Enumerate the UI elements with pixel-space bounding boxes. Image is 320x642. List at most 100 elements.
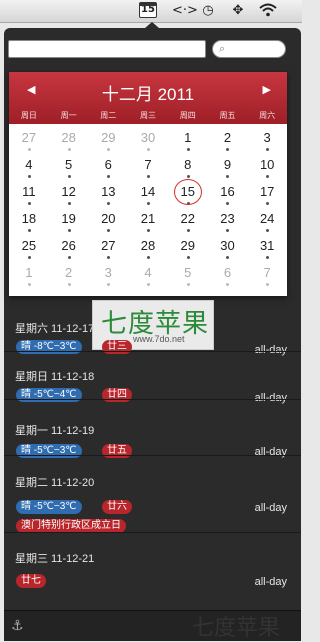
event-dot	[186, 202, 190, 205]
event-dot	[67, 256, 71, 259]
calendar-day[interactable]: 15	[168, 179, 208, 208]
calendar-day[interactable]: 27	[9, 127, 49, 154]
weekday-label: 周一	[60, 111, 77, 120]
search-field[interactable]: ⌕	[212, 40, 286, 58]
calendar-day[interactable]: 4	[9, 154, 49, 181]
popover-arrow	[145, 22, 159, 28]
event-dot	[266, 148, 270, 151]
calendar-day[interactable]: 16	[208, 181, 248, 208]
event-allday: all-day	[254, 392, 287, 404]
event-dot	[186, 283, 190, 286]
calendar-day[interactable]: 1	[9, 262, 49, 289]
calendar-day[interactable]: 6	[88, 154, 128, 181]
weekday-header: 周日 周一 周二 周三 周四 周五 周六	[9, 110, 287, 121]
event-dot	[226, 175, 230, 178]
event-dot	[107, 229, 111, 232]
event-dot	[226, 229, 230, 232]
calendar-day[interactable]: 31	[247, 235, 287, 262]
event-allday: all-day	[254, 446, 287, 458]
divider	[4, 351, 301, 352]
calendar-week: 25 26 27 28 29 30 31	[9, 235, 287, 262]
footer-watermark: 七度苹果	[192, 615, 281, 640]
text-input[interactable]	[8, 40, 206, 58]
event-dot	[186, 256, 190, 259]
event-allday: all-day	[254, 576, 287, 588]
calendar-day[interactable]: 2	[49, 262, 89, 289]
event-dot	[266, 283, 270, 286]
calendar-day[interactable]: 26	[49, 235, 89, 262]
move-icon[interactable]: ✥	[230, 3, 246, 19]
event-dot	[107, 175, 111, 178]
event-dot	[107, 148, 111, 151]
calendar-day[interactable]: 11	[9, 181, 49, 208]
calendar-day[interactable]: 13	[88, 181, 128, 208]
calendar-icon[interactable]: 15	[139, 2, 157, 18]
weekday-label: 周二	[100, 111, 117, 120]
calendar-day[interactable]: 7	[128, 154, 168, 181]
calendar-day[interactable]: 22	[168, 208, 208, 235]
calendar-day[interactable]: 29	[88, 127, 128, 154]
event-dot	[107, 256, 111, 259]
weekday-label: 周五	[219, 111, 236, 120]
calendar-week: 27 28 29 30 1 2 3	[9, 127, 287, 154]
calendar-day[interactable]: 25	[9, 235, 49, 262]
calendar-day[interactable]: 29	[168, 235, 208, 262]
weather-badge: 晴 -5℃~3℃	[16, 500, 82, 514]
calendar-day[interactable]: 17	[247, 181, 287, 208]
calendar-header: ◀ 十二月 2011 ▶ 周日 周一 周二 周三 周四 周五 周六	[9, 72, 287, 124]
calendar-day[interactable]: 9	[208, 154, 248, 181]
event-date: 星期二 11-12-20	[15, 477, 95, 489]
calendar-day[interactable]: 7	[247, 262, 287, 289]
event-date: 星期一 11-12-19	[15, 425, 95, 437]
calendar-day[interactable]: 30	[128, 127, 168, 154]
calendar-day[interactable]: 2	[208, 127, 248, 154]
holiday-badge: 澳门特别行政区成立日	[16, 519, 126, 533]
event-dot	[27, 229, 31, 232]
divider	[4, 455, 301, 456]
event-dot	[107, 202, 111, 205]
calendar-week: 11 12 13 14 15 16 17	[9, 179, 287, 208]
event-dot	[186, 175, 190, 178]
calendar-day[interactable]: 3	[88, 262, 128, 289]
event-date: 星期三 11-12-21	[15, 553, 95, 565]
calendar-day[interactable]: 5	[168, 262, 208, 289]
event-allday: all-day	[254, 344, 287, 356]
calendar-day[interactable]: 14	[128, 181, 168, 208]
event-dot	[186, 229, 190, 232]
lunar-badge: 廿七	[16, 574, 46, 588]
event-dot	[147, 229, 151, 232]
calendar-day[interactable]: 21	[128, 208, 168, 235]
wifi-icon[interactable]	[258, 3, 278, 19]
calendar-day[interactable]: 30	[208, 235, 248, 262]
calendar-day[interactable]: 27	[88, 235, 128, 262]
next-month-button[interactable]: ▶	[263, 83, 271, 96]
month-calendar: ◀ 十二月 2011 ▶ 周日 周一 周二 周三 周四 周五 周六 27 28 29…	[9, 72, 287, 296]
calendar-day[interactable]: 10	[247, 154, 287, 181]
calendar-day[interactable]: 6	[208, 262, 248, 289]
calendar-day[interactable]: 23	[208, 208, 248, 235]
calendar-day[interactable]: 28	[128, 235, 168, 262]
divider	[4, 399, 301, 400]
time-machine-icon[interactable]: ◷	[200, 3, 216, 19]
network-icon[interactable]: <·>	[172, 3, 198, 19]
watermark-url: www.7do.net	[133, 334, 185, 344]
calendar-day[interactable]: 20	[88, 208, 128, 235]
weekday-label: 周四	[179, 111, 196, 120]
lunar-badge: 廿六	[102, 500, 132, 514]
calendar-day[interactable]: 19	[49, 208, 89, 235]
anchor-icon[interactable]: ⚓	[11, 617, 24, 634]
calendar-title: 十二月 2011	[101, 85, 195, 104]
search-icon: ⌕	[219, 43, 226, 55]
calendar-day[interactable]: 1	[168, 127, 208, 154]
calendar-day[interactable]: 24	[247, 208, 287, 235]
calendar-day[interactable]: 4	[128, 262, 168, 289]
calendar-day[interactable]: 28	[49, 127, 89, 154]
event-dot	[266, 175, 270, 178]
calendar-day[interactable]: 12	[49, 181, 89, 208]
calendar-day[interactable]: 5	[49, 154, 89, 181]
calendar-day[interactable]: 3	[247, 127, 287, 154]
event-dot	[266, 256, 270, 259]
calendar-day[interactable]: 18	[9, 208, 49, 235]
calendar-day[interactable]: 8	[168, 154, 208, 181]
event-dot	[67, 175, 71, 178]
